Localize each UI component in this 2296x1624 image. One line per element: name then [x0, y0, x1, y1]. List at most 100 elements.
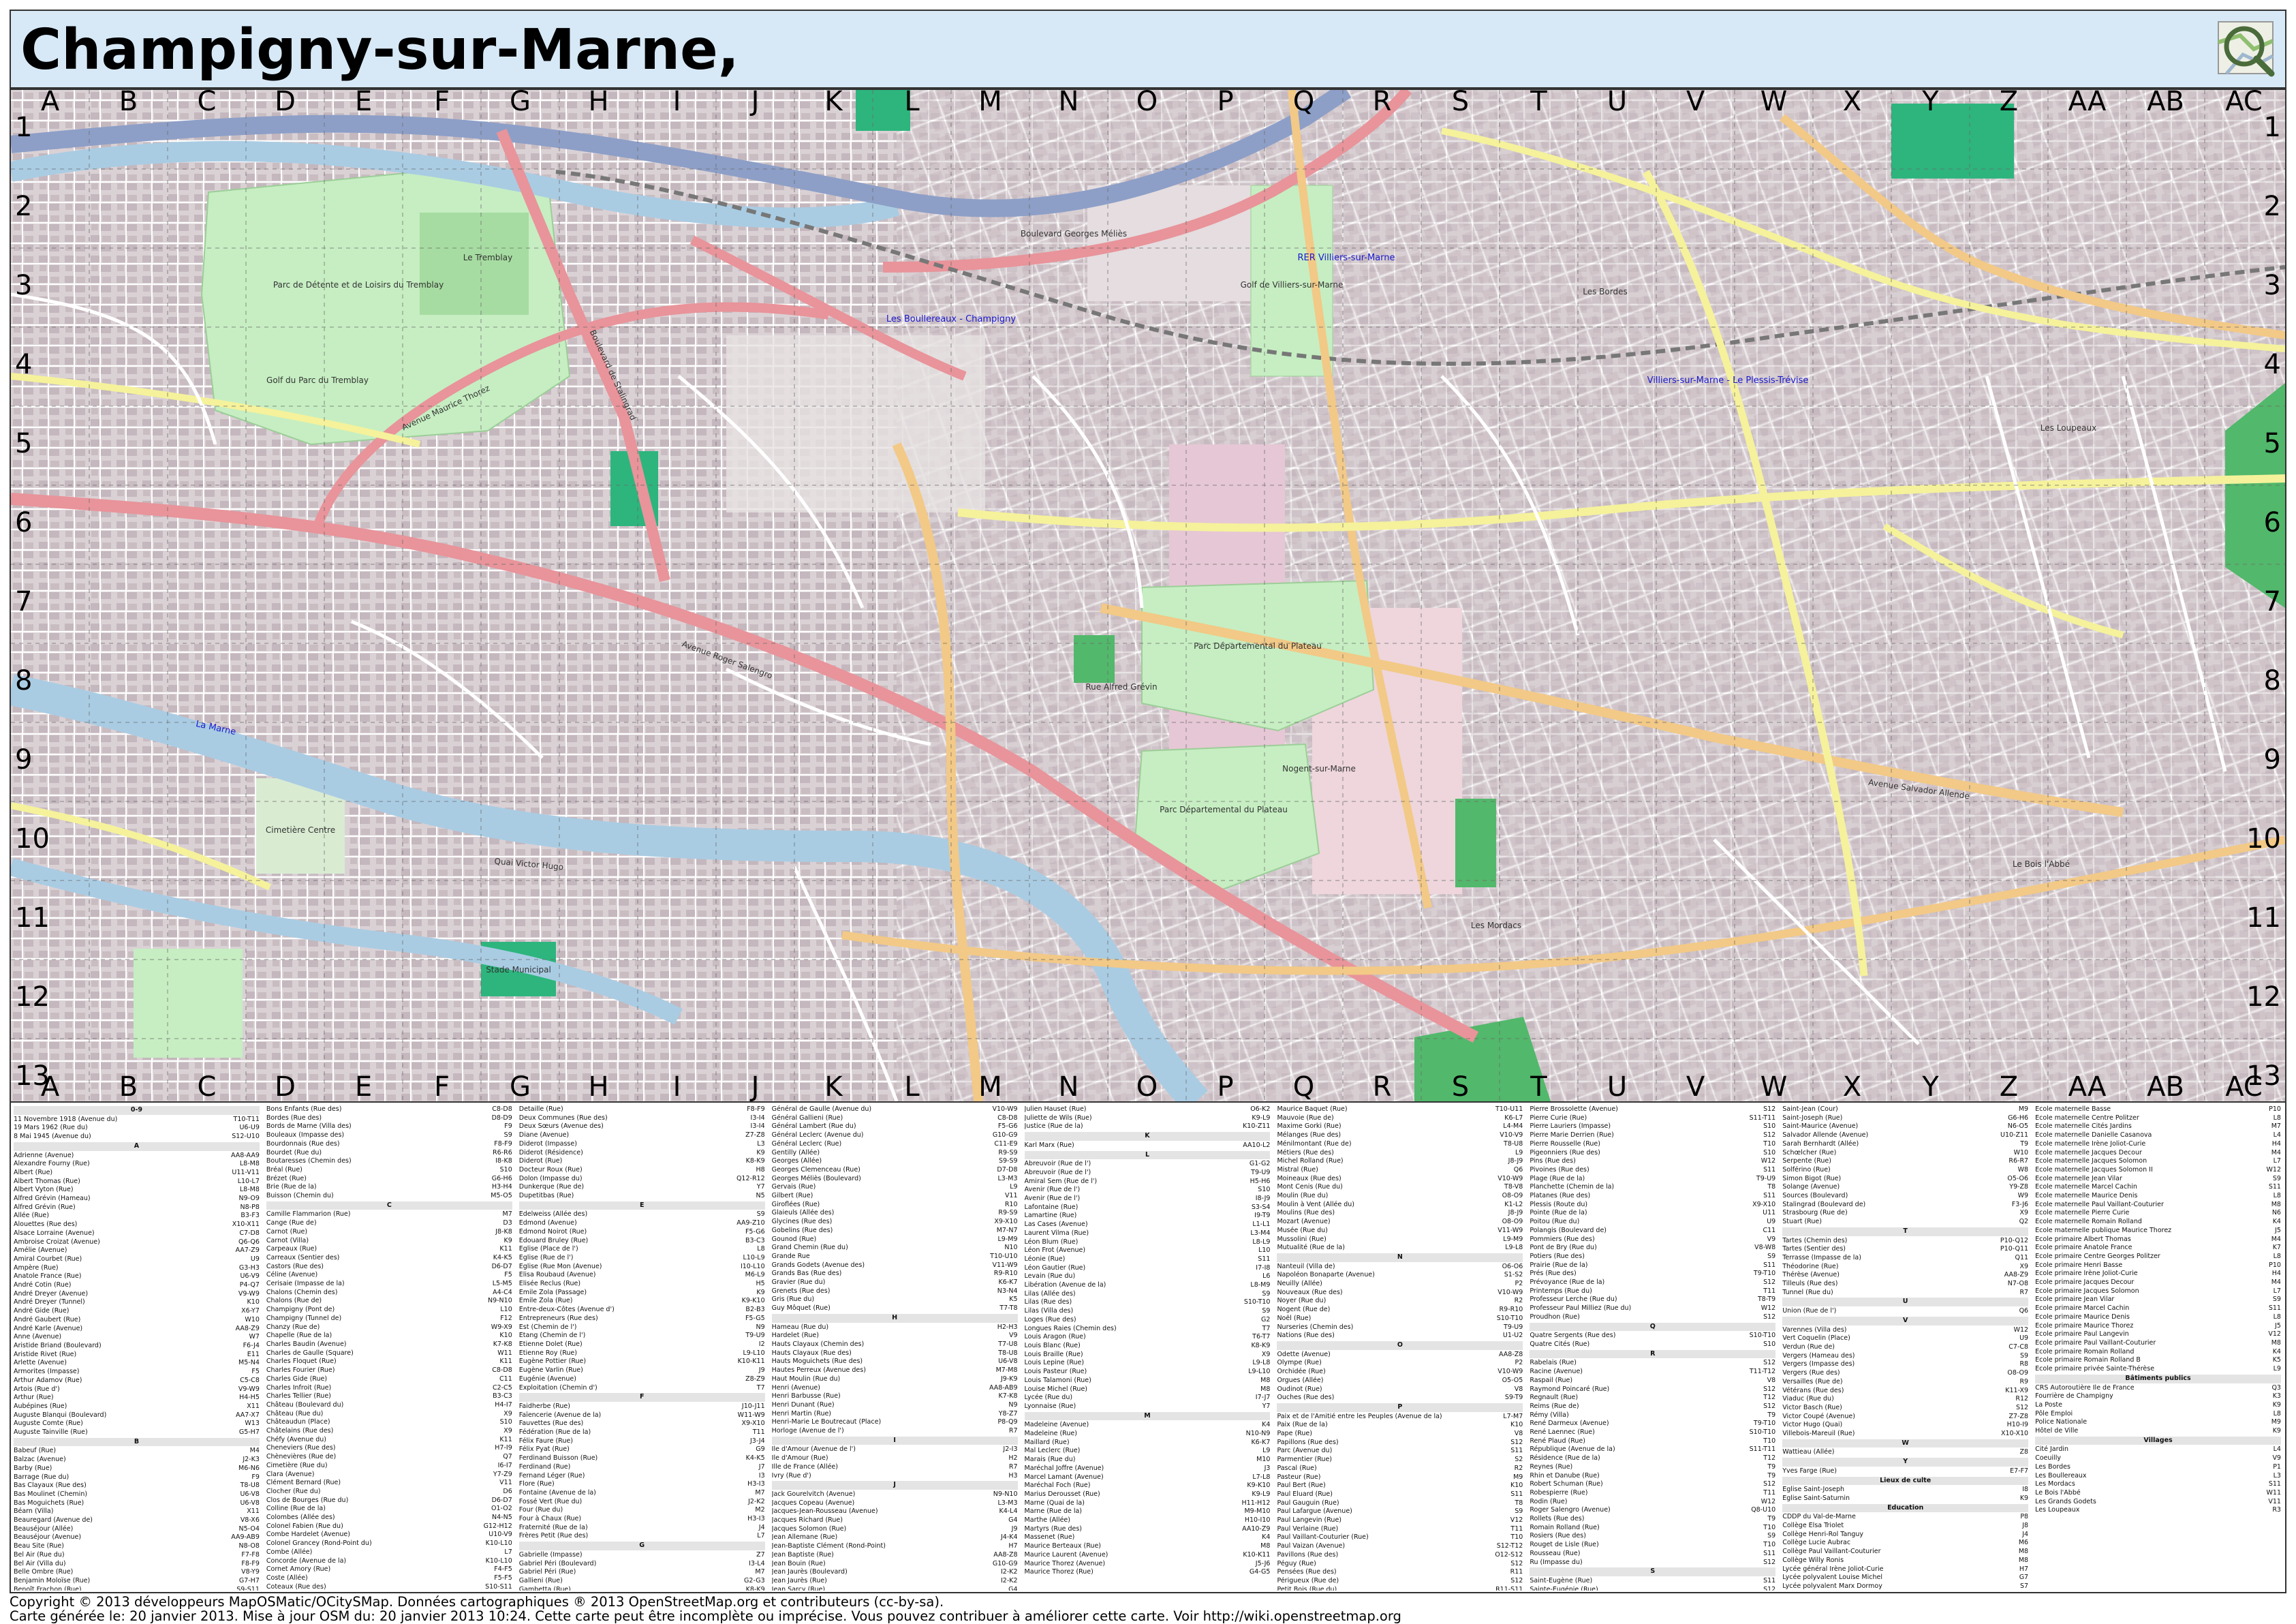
index-entry[interactable]: Châtelains (Rue des) X9: [266, 1427, 512, 1436]
index-entry[interactable]: Guy Môquet (Rue) T7-T8: [772, 1304, 1018, 1313]
index-entry[interactable]: Beauséjour (Avenue) AA9-AB9: [14, 1533, 260, 1542]
index-entry[interactable]: Parmentier (Rue) S2: [1277, 1456, 1523, 1465]
index-entry[interactable]: Aristide Briand (Boulevard) F6-J4: [14, 1342, 260, 1351]
index-entry[interactable]: Paul Lafargue (Avenue) S9: [1277, 1507, 1523, 1516]
index-entry[interactable]: Rosiers (Rue des) S9: [1530, 1532, 1775, 1541]
index-entry[interactable]: Léon Blum (Rue) L8-L9: [1025, 1238, 1271, 1247]
index-entry[interactable]: Maxime Gorki (Rue) L4-M4: [1277, 1122, 1523, 1131]
index-entry[interactable]: Planchette (Chemin de la) T8: [1530, 1183, 1775, 1192]
index-entry[interactable]: Paul Verlaine (Rue) T11: [1277, 1525, 1523, 1534]
index-entry[interactable]: Métiers (Rue des) L9: [1277, 1149, 1523, 1158]
index-entry[interactable]: Mozart (Avenue) O8-O9: [1277, 1218, 1523, 1227]
index-entry[interactable]: Alouettes (Rue des) X10-X11: [14, 1221, 260, 1229]
index-entry[interactable]: Frères Petit (Rue des) L7: [519, 1532, 765, 1541]
index-entry[interactable]: Jacques-Jean-Rousseau (Avenue) K4-L4: [772, 1507, 1018, 1516]
index-entry[interactable]: Balzac (Avenue) J2-K3: [14, 1456, 260, 1465]
index-entry[interactable]: Louis Talamoni (Rue) M8: [1025, 1377, 1271, 1385]
index-entry[interactable]: Ille de France (Allée) R7: [772, 1463, 1018, 1472]
index-entry[interactable]: Artois (Rue d') V9-W9: [14, 1385, 260, 1394]
index-entry[interactable]: Vergers (Rue des) O8-O9: [1782, 1369, 2028, 1378]
index-entry[interactable]: Paul Vaillant-Couturier (Rue) T10: [1277, 1533, 1523, 1542]
index-entry[interactable]: Paul Bert (Rue) K10: [1277, 1482, 1523, 1490]
index-entry[interactable]: Céline (Avenue) F5: [266, 1271, 512, 1280]
index-entry[interactable]: Pierre Brossolette (Avenue) S12: [1530, 1105, 1775, 1114]
index-entry[interactable]: Jacques Solomon (Rue) J9: [772, 1525, 1018, 1534]
index-entry[interactable]: Henri Dunant (Rue) N9: [772, 1401, 1018, 1410]
index-entry[interactable]: Romain Rolland (Rue) T10: [1530, 1524, 1775, 1533]
index-entry[interactable]: Charles Fourier (Rue) C8-D8: [266, 1366, 512, 1375]
index-entry[interactable]: Nogent (Rue de) R9-R10: [1277, 1306, 1523, 1315]
index-entry[interactable]: Reynes (Rue) T9: [1530, 1463, 1775, 1472]
index-entry[interactable]: Eglise (Place de l') L8: [519, 1245, 765, 1254]
index-entry[interactable]: Félix Faure (Rue) J3-J4: [519, 1437, 765, 1446]
index-entry[interactable]: Bourdonnais (Rue des) F8-F9: [266, 1140, 512, 1149]
index-entry[interactable]: Stalingrad (Boulevard de) F3-J6: [1782, 1201, 2028, 1210]
index-entry[interactable]: Prévoyance (Rue de la) S12: [1530, 1278, 1775, 1287]
index-entry[interactable]: Versailles (Rue de) R9: [1782, 1378, 2028, 1387]
index-entry[interactable]: Poitou (Rue du) U9: [1530, 1218, 1775, 1227]
index-entry[interactable]: André Gaubert (Rue) W10: [14, 1316, 260, 1325]
index-entry[interactable]: Ecole primaire Maurice Thorez J5: [2035, 1322, 2281, 1331]
index-entry[interactable]: Mauvoie (Rue de) K6-L7: [1277, 1114, 1523, 1123]
index-entry[interactable]: Saint-Jean (Cour) M9: [1782, 1105, 2028, 1114]
index-entry[interactable]: Tartes (Chemin des) P10-Q12: [1782, 1237, 2028, 1246]
index-entry[interactable]: Cornet Amory (Rue) F4-F5: [266, 1565, 512, 1574]
index-entry[interactable]: Ecole primaire Jean Vilar S9: [2035, 1296, 2281, 1304]
index-entry[interactable]: Le Bois l'Abbé W11: [2035, 1489, 2281, 1498]
index-entry[interactable]: Parc (Avenue du) S11: [1277, 1447, 1523, 1456]
index-entry[interactable]: Charles Gide (Rue) C11: [266, 1375, 512, 1384]
index-entry[interactable]: Quatre Cités (Rue) S10: [1530, 1340, 1775, 1349]
index-entry[interactable]: Alfred Grévin (Rue) N8-P8: [14, 1204, 260, 1212]
index-entry[interactable]: Bordes (Rue des) D8-D9: [266, 1114, 512, 1123]
index-entry[interactable]: Odette (Avenue) AA8-Z8: [1277, 1351, 1523, 1360]
index-entry[interactable]: Vert Coquelin (Place) U9: [1782, 1334, 2028, 1343]
index-entry[interactable]: Sources (Boulevard) W9: [1782, 1192, 2028, 1201]
index-entry[interactable]: CRS Autoroutière Ile de France Q3: [2035, 1384, 2281, 1393]
index-entry[interactable]: Louis Lepine (Rue) L9-L8: [1025, 1359, 1271, 1368]
index-entry[interactable]: Bas Moguichets (Rue) U6-V8: [14, 1499, 260, 1508]
index-entry[interactable]: Albert Thomas (Rue) L10-L7: [14, 1178, 260, 1186]
index-entry[interactable]: Haut Moulin (Rue du) J9-K9: [772, 1375, 1018, 1384]
index-entry[interactable]: Jean Baptiste (Rue) AA8-Z8: [772, 1551, 1018, 1560]
index-entry[interactable]: Fernand Léger (Rue) I3: [519, 1472, 765, 1481]
index-entry[interactable]: Docteur Roux (Rue) H8: [519, 1166, 765, 1175]
index-entry[interactable]: Ecole maternelle Irène Joliot-Curie H4: [2035, 1140, 2281, 1149]
index-entry[interactable]: Castors (Rue des) D6-D7: [266, 1263, 512, 1272]
index-entry[interactable]: Gilbert (Rue) V11: [772, 1192, 1018, 1201]
index-entry[interactable]: Rousseau (Rue) S11: [1530, 1550, 1775, 1559]
index-entry[interactable]: Eglise Saint-Saturnin K9: [1782, 1495, 2028, 1503]
index-entry[interactable]: Plessis (Route du) X9-X10: [1530, 1201, 1775, 1210]
index-entry[interactable]: Chalons (Rue de) N9-N10: [266, 1297, 512, 1306]
index-entry[interactable]: Victor Coupé (Avenue) Z7-Z8: [1782, 1413, 2028, 1422]
index-entry[interactable]: Château (Boulevard du) H4-I7: [266, 1401, 512, 1410]
index-entry[interactable]: Louis Aragon (Rue) T6-T7: [1025, 1333, 1271, 1342]
index-entry[interactable]: Général Leclerc (Avenue du) G10-G9: [772, 1131, 1018, 1140]
index-entry[interactable]: Lycée polyvalent Marx Dormoy S7: [1782, 1582, 2028, 1591]
index-entry[interactable]: Brie (Rue de la) H3-H4: [266, 1183, 512, 1192]
index-entry[interactable]: Ecole primaire Romain Rolland K4: [2035, 1348, 2281, 1357]
index-entry[interactable]: Edouard Bruley (Rue) B3-C3: [519, 1237, 765, 1246]
index-entry[interactable]: Ecole primaire Henri Basse P10: [2035, 1261, 2281, 1270]
index-entry[interactable]: Cimetière (Rue du) I6-I7: [266, 1462, 512, 1471]
index-entry[interactable]: Michel Rolland (Rue) J8-J9: [1277, 1157, 1523, 1166]
index-entry[interactable]: Dupetitbas (Rue) N5: [519, 1192, 765, 1201]
index-entry[interactable]: Mal Leclerc (Rue) L9: [1025, 1447, 1271, 1456]
index-entry[interactable]: Lafontaine (Rue) S3-S4: [1025, 1204, 1271, 1212]
index-entry[interactable]: Avenir (Rue de l') S10: [1025, 1186, 1271, 1195]
index-entry[interactable]: Pasteur (Rue) M9: [1277, 1473, 1523, 1482]
index-entry[interactable]: Martyrs (Rue des) AA10-Z9: [1025, 1525, 1271, 1534]
index-entry[interactable]: Rouget de Lisle (Rue) T10: [1530, 1541, 1775, 1550]
index-entry[interactable]: Bel Air (Villa du) F8-F9: [14, 1560, 260, 1569]
index-entry[interactable]: Péguy (Rue) S12: [1277, 1560, 1523, 1569]
index-entry[interactable]: Marthe (Allée) H10-I10: [1025, 1516, 1271, 1525]
index-entry[interactable]: Longues Raies (Chemin des) T7: [1025, 1325, 1271, 1334]
index-entry[interactable]: Alsace Lorraine (Avenue) C7-D8: [14, 1229, 260, 1238]
index-entry[interactable]: Belle Ombre (Rue) V8-Y9: [14, 1568, 260, 1577]
index-entry[interactable]: Jacques Richard (Rue) G4: [772, 1516, 1018, 1525]
index-entry[interactable]: Ecole maternelle Romain Rolland K4: [2035, 1218, 2281, 1227]
index-entry[interactable]: Clara (Avenue) Y7-Z9: [266, 1471, 512, 1480]
index-entry[interactable]: Collège Henri-Rol Tanguy J4: [1782, 1531, 2028, 1539]
index-entry[interactable]: Fourrière de Champigny K3: [2035, 1392, 2281, 1401]
index-entry[interactable]: Moulin (Rue du) O8-O9: [1277, 1192, 1523, 1201]
index-entry[interactable]: Maurice Berteaux (Rue) M8: [1025, 1542, 1271, 1551]
